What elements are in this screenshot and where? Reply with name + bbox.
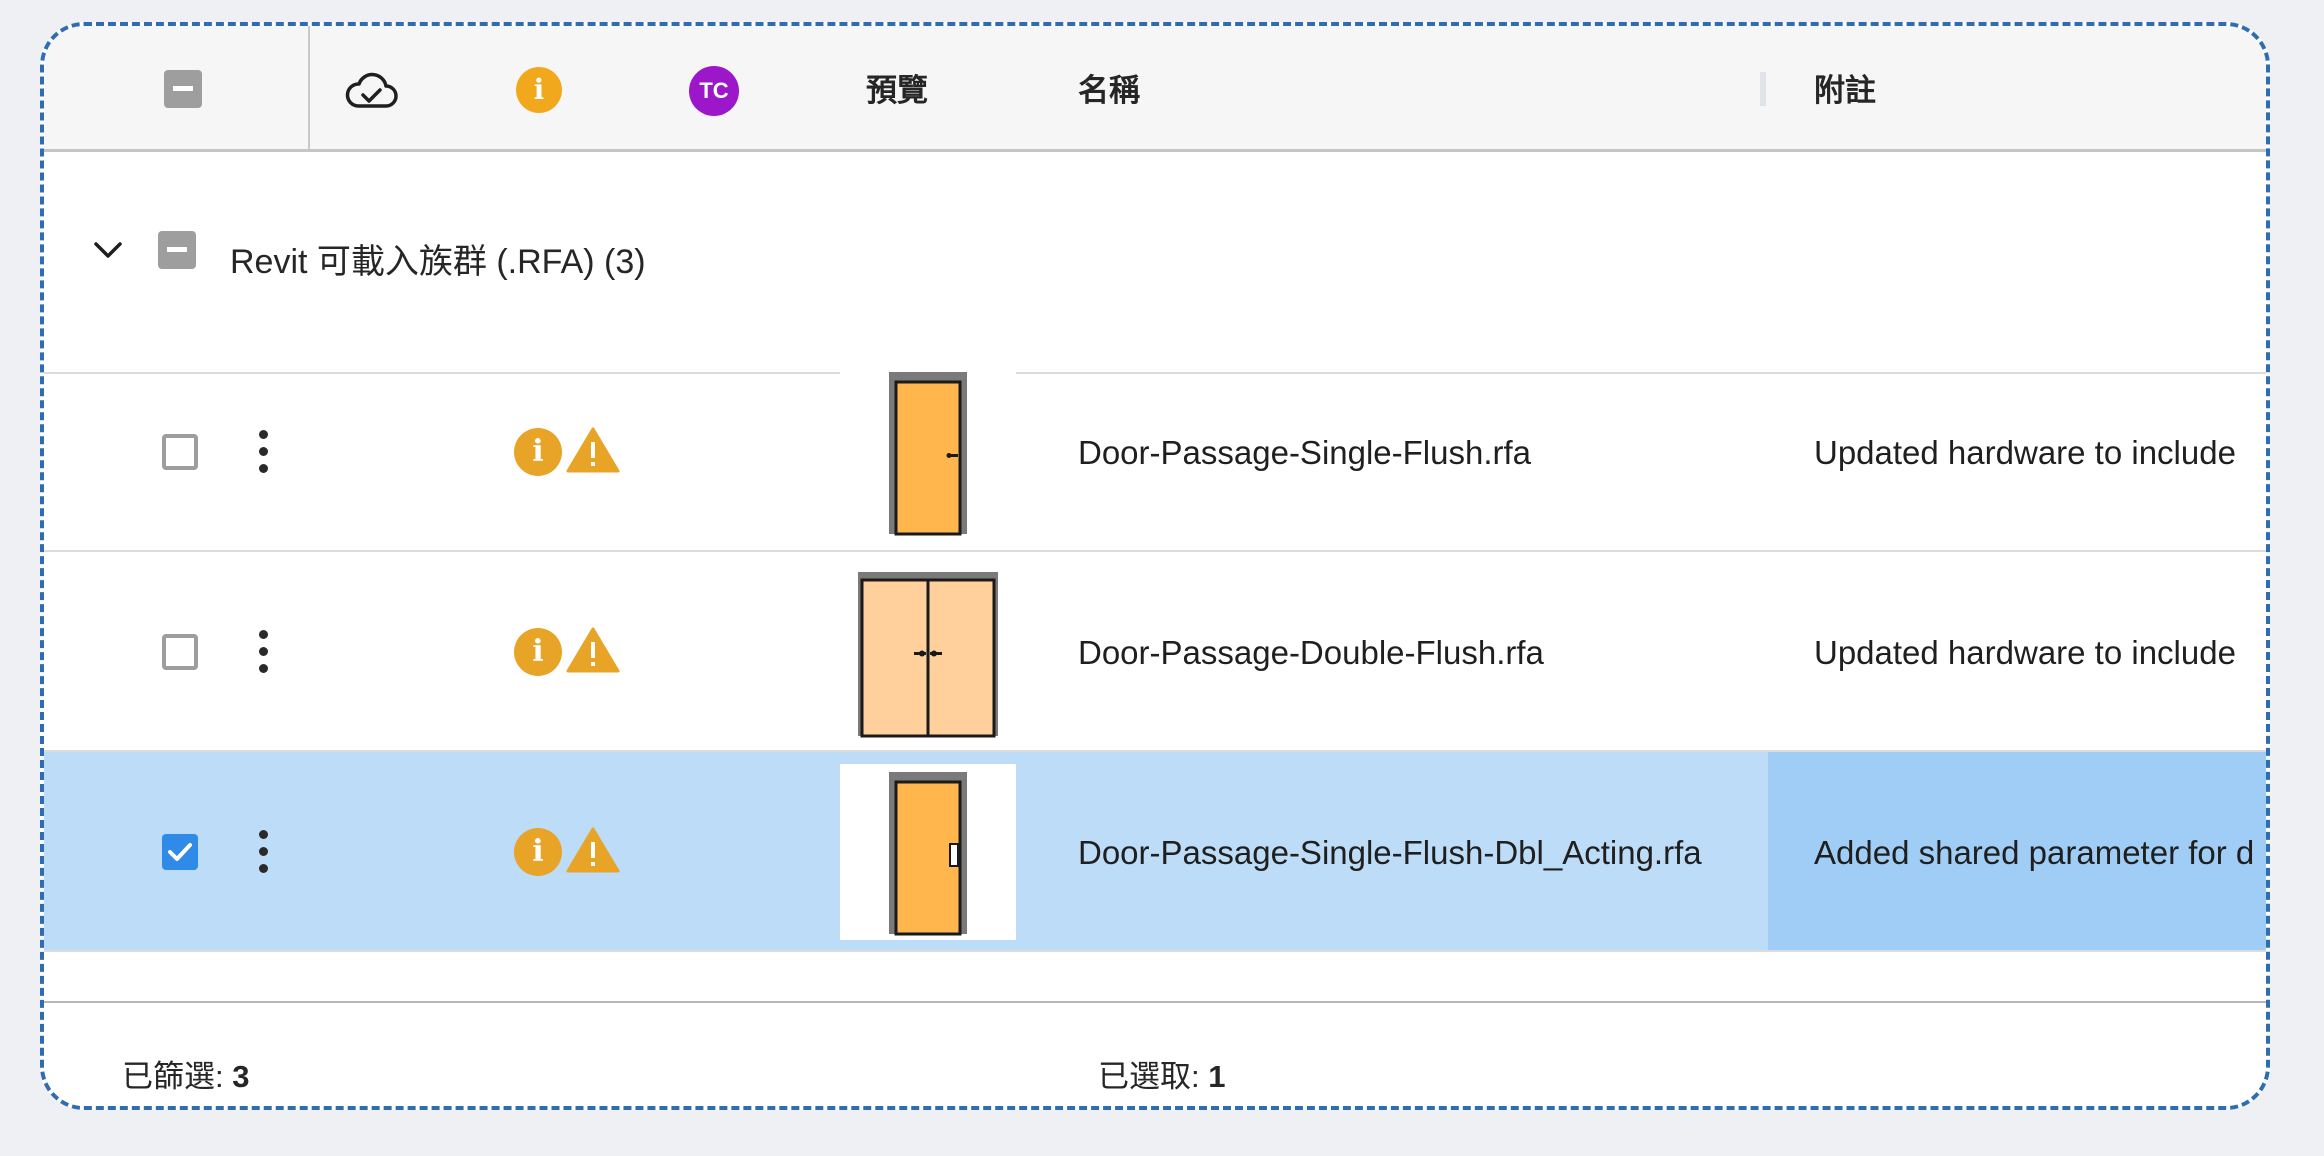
note-cell: Updated hardware to include bbox=[1768, 352, 2266, 550]
table-footer: 已篩選: 3 已選取: 1 bbox=[44, 1001, 2266, 1106]
group-label: Revit 可載入族群 (.RFA) (3) bbox=[230, 243, 646, 281]
file-note: Updated hardware to include bbox=[1814, 434, 2236, 471]
warning-icon[interactable] bbox=[566, 426, 620, 474]
header-divider bbox=[308, 26, 310, 149]
tc-avatar[interactable]: TC bbox=[689, 66, 739, 116]
column-header-name[interactable]: 名稱 bbox=[1078, 75, 1140, 106]
column-resize-handle[interactable] bbox=[1760, 72, 1766, 106]
file-name[interactable]: Door-Passage-Single-Flush.rfa bbox=[1078, 436, 1531, 469]
chevron-down-icon[interactable] bbox=[92, 240, 124, 262]
file-note: Added shared parameter for d bbox=[1814, 834, 2255, 871]
note-cell: Added shared parameter for d bbox=[1768, 752, 2266, 950]
preview-thumbnail[interactable] bbox=[856, 564, 1000, 740]
preview-thumbnail[interactable] bbox=[840, 764, 1016, 940]
selected-label: 已選取: bbox=[1098, 1059, 1209, 1094]
single-door-icon bbox=[889, 372, 967, 536]
column-header-notes[interactable]: 附註 bbox=[1814, 75, 1876, 106]
table-row[interactable]: i Door-Passage-Single-Flush.rfa Updated … bbox=[44, 352, 2266, 552]
select-all-checkbox[interactable] bbox=[164, 70, 202, 108]
double-door-icon bbox=[858, 572, 998, 738]
info-icon[interactable]: i bbox=[514, 828, 562, 876]
info-column-icon[interactable]: i bbox=[516, 67, 562, 113]
selected-count: 已選取: 1 bbox=[1098, 1061, 1225, 1092]
row-checkbox-checked[interactable] bbox=[162, 834, 198, 870]
row-checkbox[interactable] bbox=[162, 634, 198, 670]
files-table-panel: i TC 預覽 名稱 附註 Revit 可載入族群 (.RFA) (3) i D… bbox=[40, 22, 2270, 1110]
filtered-value: 3 bbox=[232, 1059, 250, 1094]
preview-thumbnail[interactable] bbox=[840, 364, 1016, 540]
row-checkbox[interactable] bbox=[162, 434, 198, 470]
single-door-dbl-acting-icon bbox=[889, 772, 967, 936]
group-select-checkbox[interactable] bbox=[158, 231, 196, 269]
more-options-icon[interactable] bbox=[254, 830, 274, 874]
info-icon[interactable]: i bbox=[514, 628, 562, 676]
file-note: Updated hardware to include bbox=[1814, 634, 2236, 671]
warning-icon[interactable] bbox=[566, 826, 620, 874]
filtered-label: 已篩選: bbox=[122, 1059, 233, 1094]
selected-value: 1 bbox=[1208, 1059, 1226, 1094]
column-header-preview[interactable]: 預覽 bbox=[866, 75, 928, 106]
table-header: i TC 預覽 名稱 附註 bbox=[44, 26, 2266, 152]
warning-icon[interactable] bbox=[566, 626, 620, 674]
file-name[interactable]: Door-Passage-Double-Flush.rfa bbox=[1078, 636, 1544, 669]
filtered-count: 已篩選: 3 bbox=[122, 1061, 249, 1092]
checkmark-icon bbox=[168, 843, 192, 861]
cloud-check-icon[interactable] bbox=[344, 72, 398, 110]
more-options-icon[interactable] bbox=[254, 630, 274, 674]
group-row: Revit 可載入族群 (.RFA) (3) bbox=[44, 152, 2266, 374]
note-cell: Updated hardware to include bbox=[1768, 552, 2266, 750]
table-row[interactable]: i Door-Passage-Double-Flush.rfa Updated … bbox=[44, 552, 2266, 752]
more-options-icon[interactable] bbox=[254, 430, 274, 474]
info-icon[interactable]: i bbox=[514, 428, 562, 476]
table-row-selected[interactable]: i Door-Passage-Single-Flush-Dbl_Acting.r… bbox=[44, 752, 2266, 952]
file-name[interactable]: Door-Passage-Single-Flush-Dbl_Acting.rfa bbox=[1078, 836, 1702, 869]
